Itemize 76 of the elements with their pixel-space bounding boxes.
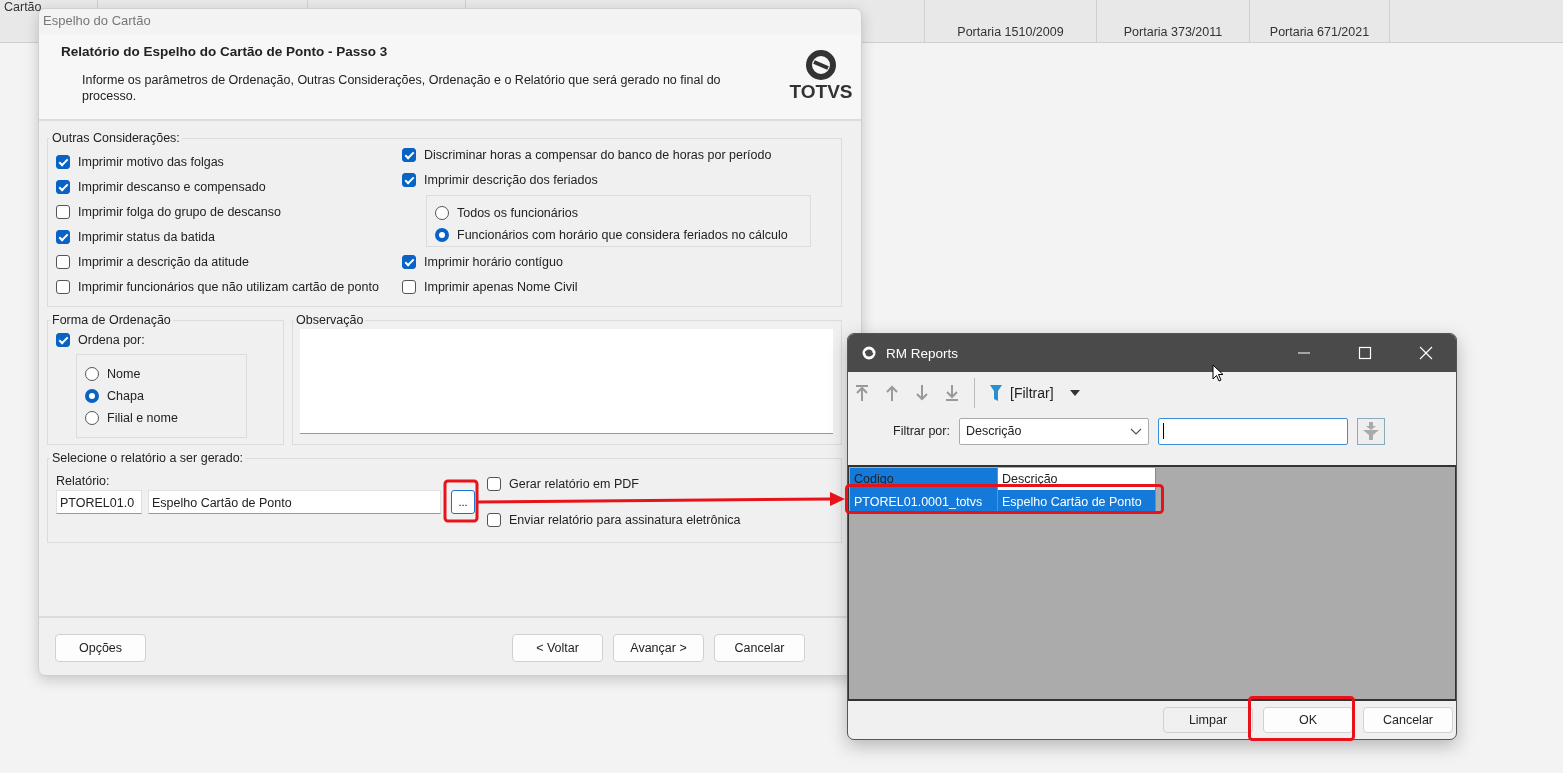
maximize-icon[interactable] <box>1358 346 1372 360</box>
checkbox-label: Enviar relatório para assinatura eletrônica <box>509 513 741 527</box>
radio-label: Nome <box>107 367 141 381</box>
group-label: Selecione o relatório a ser gerado: <box>51 451 245 465</box>
radio-button[interactable] <box>85 389 99 403</box>
wizard-button[interactable]: Avançar > <box>613 634 704 662</box>
checkbox[interactable] <box>487 477 501 491</box>
radio-label: Chapa <box>107 389 144 403</box>
checkbox-label: Imprimir a descrição da atitude <box>78 254 249 269</box>
checkbox-label: Imprimir descrição dos feriados <box>424 172 598 187</box>
radio-button[interactable] <box>85 367 99 381</box>
filter-menu[interactable]: [Filtrar] <box>1010 385 1054 401</box>
funnel-icon[interactable] <box>990 384 1002 402</box>
checkbox[interactable] <box>56 204 70 219</box>
checkbox[interactable] <box>56 179 70 194</box>
step-description: Informe os parâmetros de Ordenação, Outras Considerações, Ordenação e o Relatório que será gerado no final do processo. <box>81 72 722 104</box>
checkbox[interactable] <box>56 279 70 294</box>
checkbox[interactable] <box>56 154 70 169</box>
caret-icon[interactable] <box>1069 390 1080 396</box>
window-title: RM Reports <box>886 345 958 361</box>
radio-label: Filial e nome <box>107 411 178 425</box>
checkbox-label: Discriminar horas a compensar do banco de horas por período <box>424 147 772 162</box>
checkbox[interactable] <box>402 279 416 294</box>
radio-button[interactable] <box>435 228 449 242</box>
logo-text: TOTVS <box>789 81 853 103</box>
column-header: Portaria 1510/2009 <box>957 25 1064 39</box>
table-cell[interactable]: PTOREL01.0001_totvs <box>850 490 998 514</box>
checkbox-label: Ordena por: <box>78 332 145 347</box>
checkbox[interactable] <box>56 332 70 347</box>
checkbox-label: Imprimir horário contíguo <box>424 254 563 269</box>
column-header: Cartão <box>3 0 42 16</box>
dialog-button[interactable]: OK <box>1263 707 1353 733</box>
radio-label: Funcionários com horário que considera feriados no cálculo <box>457 228 788 242</box>
column-header: Portaria 671/2021 <box>1269 25 1370 39</box>
search-field[interactable] <box>1157 417 1348 445</box>
chevron-icon <box>1129 427 1142 435</box>
checkbox-label: Imprimir motivo das folgas <box>78 154 224 169</box>
checkbox-label: Imprimir funcionários que não utilizam cartão de ponto <box>78 279 379 294</box>
table-cell[interactable]: Espelho Cartão de Ponto <box>998 490 1156 514</box>
funnel-icon <box>1362 422 1379 440</box>
step-title: Relatório do Espelho do Cartão de Ponto - Passo 3 <box>61 44 389 59</box>
checkbox[interactable] <box>402 254 416 269</box>
highlight-frame <box>443 479 479 523</box>
checkbox-label: Gerar relatório em PDF <box>509 477 639 491</box>
checkbox-label: Imprimir status da batida <box>78 229 215 244</box>
radio-button[interactable] <box>85 411 99 425</box>
radio-label: Todos os funcionários <box>457 206 578 220</box>
checkbox-label: Imprimir apenas Nome Civil <box>424 279 578 294</box>
group-label: Forma de Ordenação <box>51 313 172 327</box>
checkbox[interactable] <box>56 229 70 244</box>
dialog-button[interactable]: Cancelar <box>1363 707 1453 733</box>
logo-icon <box>805 49 837 81</box>
checkbox[interactable] <box>487 513 501 527</box>
filter-dropdown[interactable]: Descrição <box>958 417 1149 445</box>
observation-field[interactable] <box>300 329 833 434</box>
field-label: Relatório: <box>56 474 111 488</box>
field-label: Filtrar por: <box>893 424 950 438</box>
checkbox-label: Imprimir descanso e compensado <box>78 179 266 194</box>
checkbox[interactable] <box>402 147 416 162</box>
wizard-button[interactable]: Cancelar <box>714 634 805 662</box>
app-icon <box>862 346 876 360</box>
column-header: Portaria 373/2011 <box>1123 25 1223 39</box>
wizard-button[interactable]: < Voltar <box>512 634 603 662</box>
checkbox[interactable] <box>56 254 70 269</box>
dialog-button[interactable]: Limpar <box>1163 707 1253 733</box>
group-label: Observação <box>295 313 365 327</box>
browse-button[interactable]: ... <box>451 490 475 514</box>
cursor-icon <box>1212 364 1224 382</box>
group-label: Outras Considerações: <box>51 131 181 145</box>
options-button[interactable]: Opções <box>55 634 146 662</box>
report-name-field[interactable]: Espelho Cartão de Ponto <box>148 490 441 514</box>
radio-button[interactable] <box>435 206 449 220</box>
checkbox[interactable] <box>402 172 416 187</box>
close-icon[interactable] <box>1419 346 1433 360</box>
report-code-field[interactable]: PTOREL01.0 <box>56 490 142 514</box>
checkbox-label: Imprimir folga do grupo de descanso <box>78 204 281 219</box>
